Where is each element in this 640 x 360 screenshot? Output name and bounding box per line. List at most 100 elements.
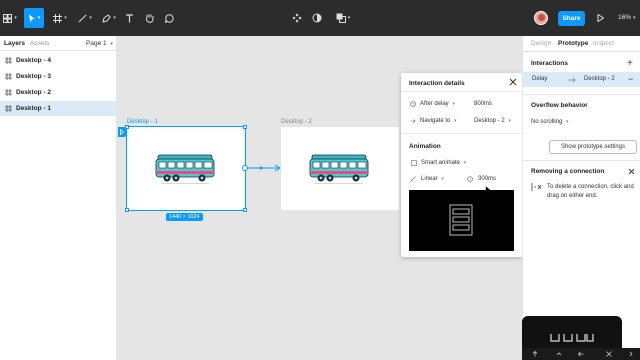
top-toolbar: ▾ ▾ ▾ ▾ ▾ ▾ Share 16% ▾ xyxy=(0,0,640,36)
action-dropdown[interactable]: Navigate to ▾ xyxy=(420,118,457,124)
divider xyxy=(523,51,640,52)
animation-heading: Animation xyxy=(409,143,441,150)
move-tool-icon[interactable]: ▾ xyxy=(24,8,44,28)
action-label: Navigate to xyxy=(420,118,451,124)
interaction-details-dialog: Interaction details After delay ▾ 800ms … xyxy=(401,73,522,257)
pen-tool-icon[interactable]: ▾ xyxy=(99,8,119,28)
animation-dropdown[interactable]: Smart animate ▾ xyxy=(421,160,466,166)
page-selector[interactable]: Page 1 ▾ xyxy=(86,40,113,47)
close-icon[interactable] xyxy=(628,168,635,175)
resize-handle[interactable] xyxy=(243,125,247,129)
easing-dropdown[interactable]: Linear ▾ xyxy=(421,176,444,182)
arrow-up-icon[interactable] xyxy=(532,351,538,357)
animation-type-label: Smart animate xyxy=(421,160,461,166)
properties-panel: Design Prototype Inspect Interactions + … xyxy=(522,36,640,360)
divider xyxy=(523,94,640,95)
easing-curve-icon xyxy=(410,176,416,182)
zoom-level[interactable]: 16% ▾ xyxy=(618,14,636,21)
zoom-label: 16% xyxy=(618,14,632,21)
add-interaction-button[interactable]: + xyxy=(627,58,633,69)
divider xyxy=(401,133,522,134)
text-tool-icon[interactable] xyxy=(122,8,136,28)
arrow-right-icon xyxy=(410,119,416,123)
arrow-right-icon xyxy=(568,77,576,83)
comment-tool-icon[interactable] xyxy=(162,8,176,28)
tab-layers[interactable]: Layers xyxy=(4,40,25,47)
layer-desktop-4[interactable]: Desktop - 4 xyxy=(0,53,117,68)
share-button[interactable]: Share xyxy=(558,11,585,26)
destination-label: Desktop - 2 xyxy=(474,118,505,124)
tab-inspect[interactable]: Inspect xyxy=(593,40,614,47)
connection-arrow[interactable] xyxy=(241,163,283,173)
layers-panel: Layers Assets Page 1 ▾ Desktop - 4 Deskt… xyxy=(0,36,117,360)
tab-design[interactable]: Design xyxy=(531,40,551,47)
bottom-toolbar xyxy=(522,348,640,360)
frame-icon xyxy=(5,89,12,96)
bus-illustration xyxy=(309,154,369,184)
chevron-up-icon[interactable] xyxy=(556,351,562,357)
interaction-target: Desktop - 2 xyxy=(584,76,615,82)
expand-icon[interactable] xyxy=(606,351,612,357)
tab-assets[interactable]: Assets xyxy=(30,40,50,47)
line-tool-icon[interactable]: ▾ xyxy=(74,8,96,28)
chevron-right-icon[interactable] xyxy=(628,351,634,357)
page-label: Page 1 xyxy=(86,40,107,47)
bus-illustration xyxy=(155,154,215,184)
overflow-heading: Overflow behavior xyxy=(531,102,588,109)
frame-icon xyxy=(5,105,12,112)
layer-label: Desktop - 3 xyxy=(16,73,52,80)
resize-handle[interactable] xyxy=(243,208,247,212)
animation-preview xyxy=(409,190,514,251)
size-badge: 1440 × 1024 xyxy=(166,213,203,221)
interaction-trigger: Delay xyxy=(532,76,548,82)
present-icon[interactable] xyxy=(594,8,606,28)
dialog-title: Interaction details xyxy=(409,80,465,87)
frame-label-desktop-2[interactable]: Desktop - 2 xyxy=(281,119,312,125)
components-icon[interactable] xyxy=(290,8,304,28)
frame-tool-icon[interactable]: ▾ xyxy=(50,8,70,28)
mask-icon[interactable] xyxy=(310,8,324,28)
overlay-shape-icon xyxy=(550,334,594,342)
trigger-label: After delay xyxy=(420,101,449,107)
arrow-left-icon[interactable] xyxy=(578,351,584,357)
trigger-dropdown[interactable]: After delay ▾ xyxy=(420,101,455,107)
hand-tool-icon[interactable] xyxy=(142,8,156,28)
divider xyxy=(523,160,640,161)
frame-desktop-1[interactable] xyxy=(125,125,247,212)
overflow-value: No scrolling xyxy=(531,119,563,125)
frame-desktop-2[interactable] xyxy=(281,127,399,210)
frame-icon xyxy=(5,73,12,80)
frame-icon xyxy=(5,57,12,64)
remove-interaction-button[interactable]: − xyxy=(628,74,633,84)
removing-connection-heading: Removing a connection xyxy=(531,168,605,175)
delay-input[interactable]: 800ms xyxy=(474,101,492,107)
clock-icon xyxy=(467,176,473,182)
close-icon[interactable] xyxy=(509,78,517,86)
interactions-heading: Interactions xyxy=(531,60,568,67)
overflow-dropdown[interactable]: No scrolling ▾ xyxy=(531,119,569,125)
show-prototype-settings-button[interactable]: Show prototype settings xyxy=(549,140,637,154)
disconnect-icon xyxy=(531,183,542,191)
layer-desktop-3[interactable]: Desktop - 3 xyxy=(0,69,117,84)
resize-handle[interactable] xyxy=(125,208,129,212)
avatar[interactable] xyxy=(534,11,548,25)
layer-label: Desktop - 4 xyxy=(16,57,52,64)
layer-desktop-2[interactable]: Desktop - 2 xyxy=(0,85,117,100)
interaction-row[interactable]: Delay Desktop - 2 − xyxy=(523,72,640,87)
layer-desktop-1[interactable]: Desktop - 1 xyxy=(0,101,117,116)
layer-label: Desktop - 1 xyxy=(16,105,52,112)
tab-prototype[interactable]: Prototype xyxy=(558,40,588,47)
clock-icon xyxy=(410,101,416,107)
divider xyxy=(401,91,522,92)
removing-connection-text: To delete a connection, click and drag o… xyxy=(547,184,634,199)
figma-menu-icon[interactable]: ▾ xyxy=(2,8,18,28)
preview-frame-icon xyxy=(449,204,473,236)
layer-label: Desktop - 2 xyxy=(16,89,52,96)
easing-label: Linear xyxy=(421,176,438,182)
frame-label-desktop-1[interactable]: Desktop - 1 xyxy=(127,119,158,125)
boolean-icon[interactable]: ▾ xyxy=(332,8,354,28)
duration-input[interactable]: 300ms xyxy=(478,176,496,182)
divider xyxy=(0,50,117,51)
destination-dropdown[interactable]: Desktop - 2 ▾ xyxy=(474,118,511,124)
resize-handle[interactable] xyxy=(125,125,129,129)
